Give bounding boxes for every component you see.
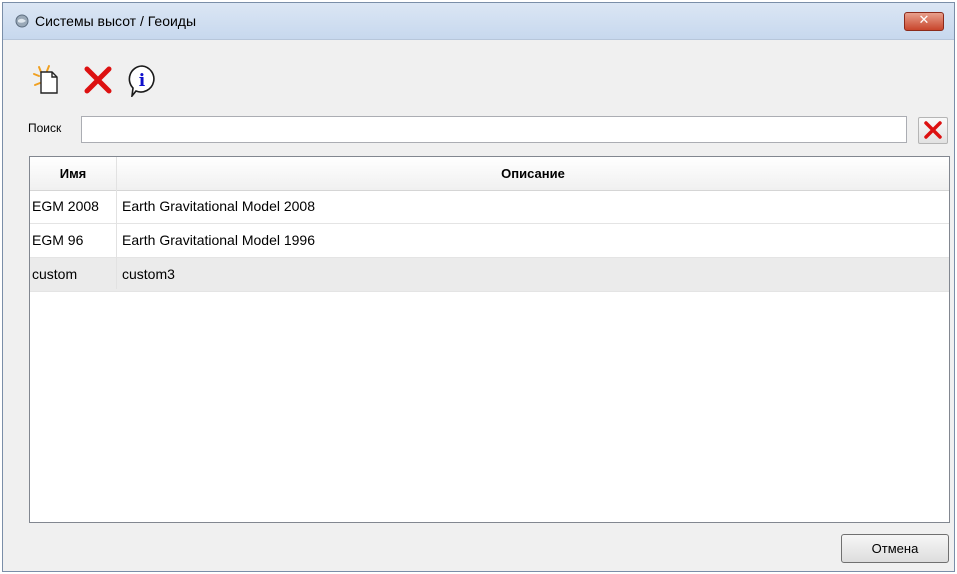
column-header-description[interactable]: Описание xyxy=(117,157,949,190)
new-item-button[interactable] xyxy=(31,63,65,97)
delete-button[interactable] xyxy=(81,63,115,97)
cell-description: Earth Gravitational Model 2008 xyxy=(122,198,315,214)
geoid-table: Имя Описание EGM 2008 Earth Gravitationa… xyxy=(29,156,950,523)
cell-description: custom3 xyxy=(122,266,175,282)
clear-icon xyxy=(924,121,942,139)
column-header-name[interactable]: Имя xyxy=(30,157,117,190)
close-button[interactable]: ✕ xyxy=(904,12,944,31)
column-divider xyxy=(116,190,117,289)
window-title: Системы высот / Геоиды xyxy=(35,13,197,29)
app-icon xyxy=(15,14,29,28)
table-row[interactable]: EGM 96 Earth Gravitational Model 1996 xyxy=(30,224,949,258)
info-icon: i xyxy=(128,65,155,99)
cell-description: Earth Gravitational Model 1996 xyxy=(122,232,315,248)
cell-name: custom xyxy=(32,266,78,282)
table-header: Имя Описание xyxy=(30,157,949,191)
table-row[interactable]: EGM 2008 Earth Gravitational Model 2008 xyxy=(30,190,949,224)
svg-text:i: i xyxy=(139,71,146,91)
table-row[interactable]: custom custom3 xyxy=(30,258,949,292)
search-input[interactable] xyxy=(81,116,907,143)
new-document-icon xyxy=(33,65,58,94)
close-icon: ✕ xyxy=(918,13,930,28)
title-bar[interactable]: Системы высот / Геоиды ✕ xyxy=(3,3,954,40)
dialog-window: Системы высот / Геоиды ✕ i Поиск Имя Опи… xyxy=(2,2,955,572)
info-button[interactable]: i xyxy=(125,63,159,99)
cell-name: EGM 96 xyxy=(32,232,84,248)
cancel-button[interactable]: Отмена xyxy=(841,534,949,563)
cell-name: EGM 2008 xyxy=(32,198,99,214)
delete-icon xyxy=(84,66,112,94)
search-label: Поиск xyxy=(28,121,62,135)
clear-search-button[interactable] xyxy=(918,117,948,144)
